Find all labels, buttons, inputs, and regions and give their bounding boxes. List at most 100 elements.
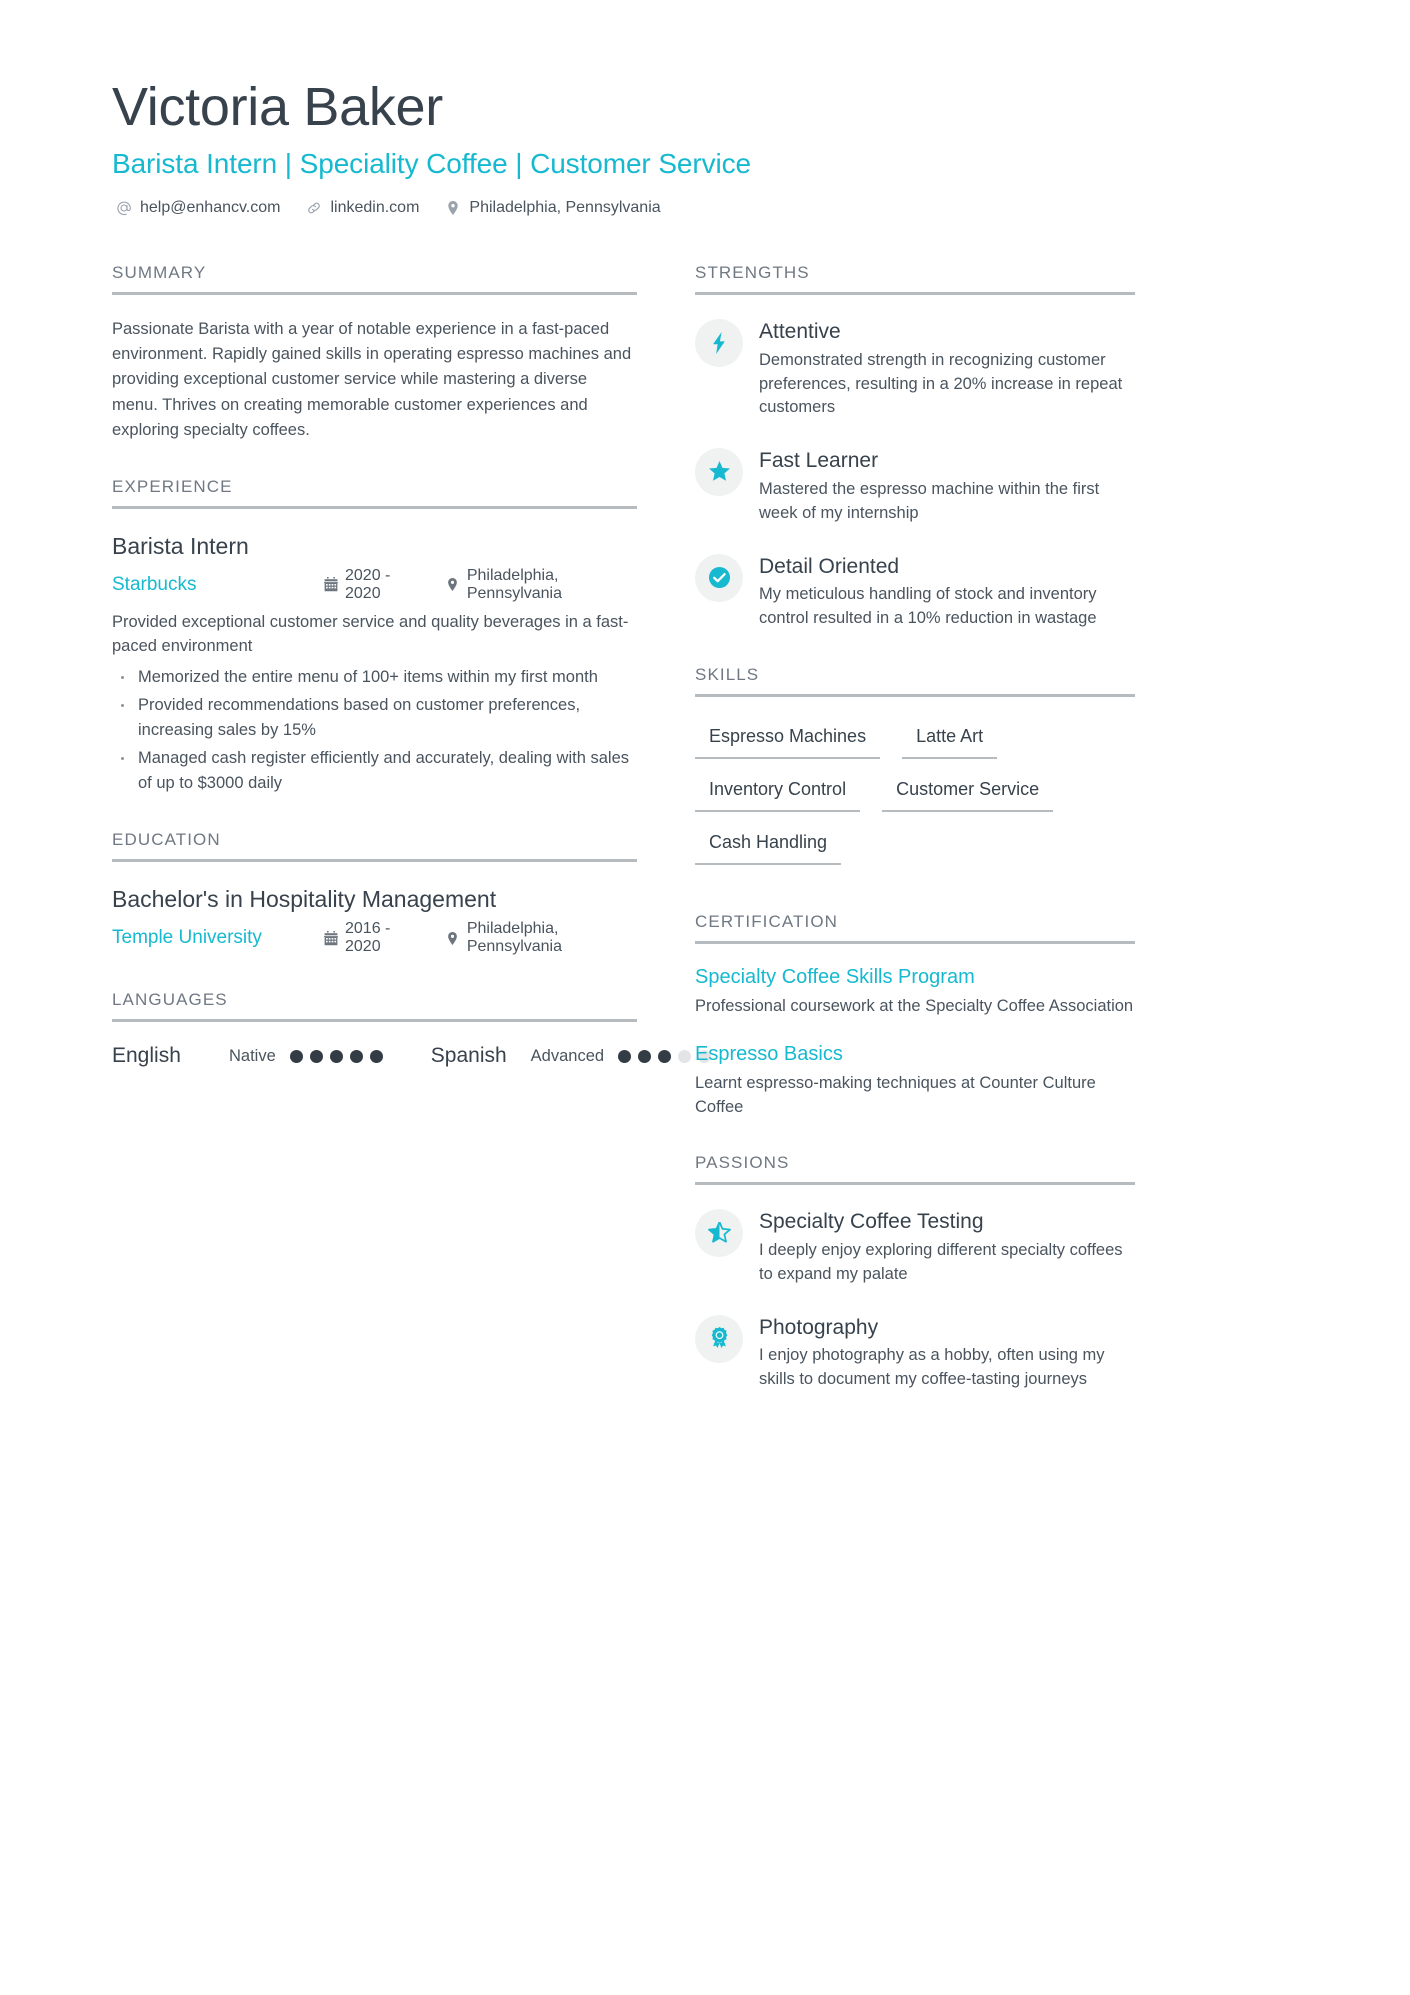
- rating-dot-empty: [678, 1049, 692, 1063]
- location-pin-icon: [445, 200, 461, 216]
- skills-tag-list: Espresso Machines Latte Art Inventory Co…: [695, 719, 1135, 878]
- strength-item: Detail Oriented My meticulous handling o…: [695, 552, 1135, 631]
- location-pin-icon: [446, 577, 460, 592]
- language-name: English: [112, 1044, 181, 1068]
- section-divider: [695, 940, 1135, 944]
- rating-dot-filled: [638, 1049, 652, 1063]
- certification-item: Specialty Coffee Skills Program Professi…: [695, 966, 1135, 1019]
- summary-heading: SUMMARY: [112, 263, 207, 283]
- rating-dot-filled: [309, 1049, 323, 1063]
- star-icon: [695, 448, 743, 497]
- education-location-text: Philadelphia, Pennsylvania: [466, 920, 562, 956]
- skill-tag[interactable]: Cash Handling: [695, 825, 842, 865]
- list-item: Managed cash register efficiently and ac…: [112, 746, 637, 796]
- education-degree: Bachelor's in Hospitality Management: [112, 886, 497, 913]
- at-icon: [116, 200, 132, 216]
- certification-description: Learnt espresso-making techniques at Cou…: [695, 1073, 1096, 1116]
- section-education: EDUCATION Bachelor's in Hospitality Mana…: [112, 830, 637, 956]
- skill-tag[interactable]: Espresso Machines: [695, 719, 881, 759]
- section-divider: [112, 1019, 637, 1023]
- strength-body: Attentive Demonstrated strength in recog…: [759, 317, 1135, 420]
- section-divider: [112, 859, 637, 863]
- passion-item: Photography I enjoy photography as a hob…: [695, 1313, 1135, 1392]
- strength-description: My meticulous handling of stock and inve…: [759, 584, 1097, 627]
- left-column: SUMMARY Passionate Barista with a year o…: [112, 263, 712, 1102]
- contact-linkedin-text: linkedin.com: [330, 199, 420, 217]
- passion-title: Photography: [759, 1315, 879, 1339]
- passion-description: I deeply enjoy exploring different speci…: [759, 1240, 1123, 1283]
- education-dates-text: 2016 - 2020: [345, 920, 391, 956]
- language-level: Native: [229, 1046, 276, 1065]
- strength-body: Detail Oriented My meticulous handling o…: [759, 552, 1135, 631]
- certification-description: Professional coursework at the Specialty…: [695, 996, 1134, 1015]
- strength-description: Mastered the espresso machine within the…: [759, 479, 1100, 522]
- calendar-icon: [324, 930, 338, 946]
- education-school[interactable]: Temple University: [112, 927, 324, 949]
- passions-heading: PASSIONS: [695, 1153, 790, 1173]
- location-pin-icon: [446, 931, 460, 946]
- rating-dot-filled: [329, 1049, 343, 1063]
- passion-body: Specialty Coffee Testing I deeply enjoy …: [759, 1207, 1135, 1286]
- section-passions: PASSIONS Specialty Coffee Testing I deep…: [695, 1153, 1135, 1391]
- resume-header: Victoria Baker Barista Intern | Speciali…: [112, 78, 1300, 217]
- experience-company[interactable]: Starbucks: [112, 574, 324, 596]
- certification-title[interactable]: Espresso Basics: [695, 1043, 1135, 1066]
- rating-dot-filled: [658, 1049, 672, 1063]
- certification-heading: CERTIFICATION: [695, 911, 839, 931]
- section-summary: SUMMARY Passionate Barista with a year o…: [112, 263, 637, 442]
- check-circle-icon: [695, 553, 743, 602]
- strength-description: Demonstrated strength in recognizing cus…: [759, 350, 1123, 417]
- passion-body: Photography I enjoy photography as a hob…: [759, 1313, 1135, 1392]
- contact-linkedin[interactable]: linkedin.com: [306, 199, 419, 217]
- skill-tag[interactable]: Inventory Control: [695, 772, 861, 812]
- experience-entry: Barista Intern Starbucks 2020 - 2020 Phi…: [112, 531, 637, 797]
- award-ribbon-icon: [695, 1314, 743, 1363]
- half-star-icon: [695, 1209, 743, 1258]
- link-icon: [306, 200, 322, 216]
- experience-dates: 2020 - 2020: [324, 567, 420, 603]
- section-certification: CERTIFICATION Specialty Coffee Skills Pr…: [695, 912, 1135, 1120]
- section-strengths: STRENGTHS Attentive Demonstrated strengt…: [695, 263, 1135, 630]
- section-divider: [695, 693, 1135, 697]
- rating-dot-filled: [349, 1049, 363, 1063]
- rating-dot-filled: [618, 1049, 632, 1063]
- candidate-headline: Barista Intern | Speciality Coffee | Cus…: [112, 148, 752, 180]
- experience-meta: Starbucks 2020 - 2020 Philadelphia, Penn…: [112, 567, 637, 603]
- skill-tag[interactable]: Latte Art: [902, 719, 998, 759]
- lightning-bolt-icon: [695, 319, 743, 368]
- experience-job-title: Barista Intern: [112, 532, 249, 559]
- skills-heading: SKILLS: [695, 664, 760, 684]
- contact-row: help@enhancv.com linkedin.com Philadelph…: [112, 199, 1300, 217]
- language-english: English Native: [112, 1044, 383, 1068]
- strength-title: Fast Learner: [759, 449, 879, 473]
- list-item: Provided recommendations based on custom…: [112, 693, 637, 743]
- section-skills: SKILLS Espresso Machines Latte Art Inven…: [695, 665, 1135, 878]
- list-item: Memorized the entire menu of 100+ items …: [112, 665, 637, 690]
- section-divider: [695, 292, 1135, 296]
- languages-heading: LANGUAGES: [112, 990, 228, 1010]
- section-languages: LANGUAGES English Native Spanish Advance…: [112, 990, 712, 1068]
- education-location: Philadelphia, Pennsylvania: [446, 920, 637, 956]
- section-experience: EXPERIENCE Barista Intern Starbucks 2020…: [112, 477, 637, 797]
- strength-title: Attentive: [759, 320, 841, 344]
- candidate-name: Victoria Baker: [112, 77, 443, 137]
- passion-item: Specialty Coffee Testing I deeply enjoy …: [695, 1207, 1135, 1286]
- contact-email[interactable]: help@enhancv.com: [116, 199, 280, 217]
- contact-location-text: Philadelphia, Pennsylvania: [469, 199, 661, 217]
- certification-title[interactable]: Specialty Coffee Skills Program: [695, 966, 1135, 989]
- resume-columns: SUMMARY Passionate Barista with a year o…: [112, 263, 1300, 1425]
- skill-tag[interactable]: Customer Service: [882, 772, 1054, 812]
- strength-item: Fast Learner Mastered the espresso machi…: [695, 446, 1135, 525]
- experience-dates-text: 2020 - 2020: [345, 566, 391, 602]
- contact-location: Philadelphia, Pennsylvania: [445, 199, 661, 217]
- experience-location: Philadelphia, Pennsylvania: [446, 567, 637, 603]
- section-divider: [112, 505, 637, 509]
- summary-text: Passionate Barista with a year of notabl…: [112, 320, 632, 439]
- education-meta: Temple University 2016 - 2020 Philadelph…: [112, 920, 637, 956]
- strengths-heading: STRENGTHS: [695, 263, 810, 283]
- strength-title: Detail Oriented: [759, 554, 900, 578]
- education-entry: Bachelor's in Hospitality Management Tem…: [112, 884, 637, 956]
- calendar-icon: [324, 577, 338, 592]
- right-column: STRENGTHS Attentive Demonstrated strengt…: [695, 263, 1135, 1425]
- contact-email-text: help@enhancv.com: [140, 199, 281, 217]
